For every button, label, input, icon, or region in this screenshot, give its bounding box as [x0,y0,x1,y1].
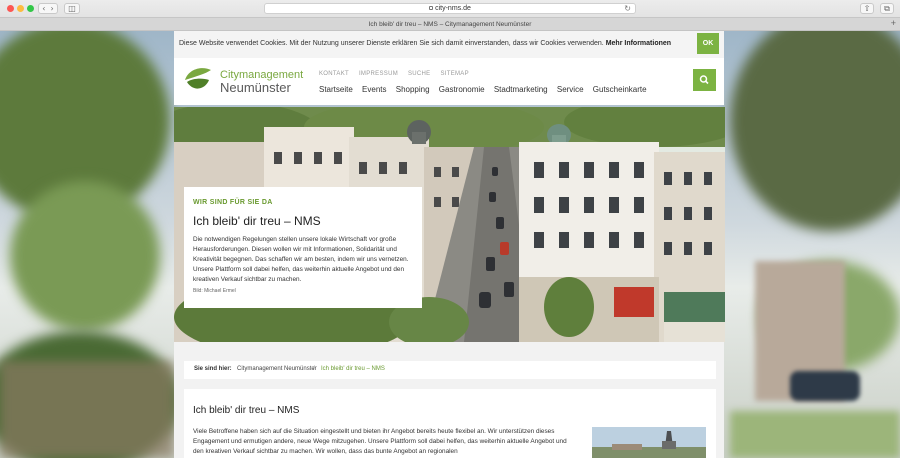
minimize-window-button[interactable] [17,5,24,12]
tabs-overview-icon[interactable]: ⧉ [880,3,894,14]
main-navigation: Startseite Events Shopping Gastronomie S… [319,85,654,94]
close-window-button[interactable] [7,5,14,12]
search-icon [699,75,709,85]
meta-nav-kontakt[interactable]: KONTAKT [319,71,349,77]
search-button[interactable] [693,69,716,91]
meta-nav-suche[interactable]: SUCHE [408,71,431,77]
breadcrumb-separator: / [313,366,315,372]
article-title: Ich bleib' dir treu – NMS [193,405,300,416]
hero-title: Ich bleib' dir treu – NMS [193,214,321,228]
nav-events[interactable]: Events [362,85,386,94]
nav-service[interactable]: Service [557,85,584,94]
nav-gastronomie[interactable]: Gastronomie [439,85,485,94]
nav-startseite[interactable]: Startseite [319,85,353,94]
tab-title[interactable]: Ich bleib' dir treu – NMS – Citymanageme… [0,17,900,30]
breadcrumb-label: Sie sind hier: [194,366,232,372]
breadcrumb-home[interactable]: Citymanagement Neumünster [237,366,317,372]
cookie-ok-button[interactable]: OK [697,33,719,54]
lock-icon [429,6,434,11]
back-forward-buttons[interactable]: ‹ › [38,3,58,14]
reload-icon[interactable]: ↻ [624,4,631,14]
cookie-text: Diese Website verwendet Cookies. Mit der… [179,40,671,47]
meta-nav-sitemap[interactable]: SITEMAP [440,71,468,77]
meta-navigation: KONTAKT IMPRESSUM SUCHE SITEMAP [319,71,477,77]
logo-leaf-icon[interactable] [183,66,213,94]
new-tab-button[interactable]: + [891,17,896,30]
hero-photo-credit: Bild: Michael Ermel [193,288,236,294]
cookie-message: Diese Website verwendet Cookies. Mit der… [179,40,604,47]
article-thumbnail[interactable] [592,427,706,458]
share-icon[interactable]: ⇧ [860,3,874,14]
breadcrumb-current[interactable]: Ich bleib' dir treu – NMS [321,366,385,372]
maximize-window-button[interactable] [27,5,34,12]
address-bar[interactable]: city-nms.de ↻ [264,3,636,14]
article-text: Viele Betroffene haben sich auf die Situ… [193,428,567,455]
cookie-banner: Diese Website verwendet Cookies. Mit der… [174,31,724,58]
nav-stadtmarketing[interactable]: Stadtmarketing [494,85,548,94]
sidebar-toggle-icon[interactable]: ◫ [64,3,80,14]
breadcrumb: Sie sind hier: Citymanagement Neumünster… [184,361,716,379]
hero-kicker: WIR SIND FÜR SIE DA [193,199,273,206]
browser-toolbar: ‹ › ◫ city-nms.de ↻ ⇧ ⧉ Ich bleib' dir t… [0,0,900,31]
logo-text-line2[interactable]: Neumünster [220,81,291,95]
url-text: city-nms.de [435,5,471,12]
hero-text: Die notwendigen Regelungen stellen unser… [193,236,409,283]
nav-gutscheinkarte[interactable]: Gutscheinkarte [593,85,647,94]
meta-nav-impressum[interactable]: IMPRESSUM [359,71,398,77]
nav-shopping[interactable]: Shopping [396,85,430,94]
cookie-more-link[interactable]: Mehr Informationen [606,40,671,47]
